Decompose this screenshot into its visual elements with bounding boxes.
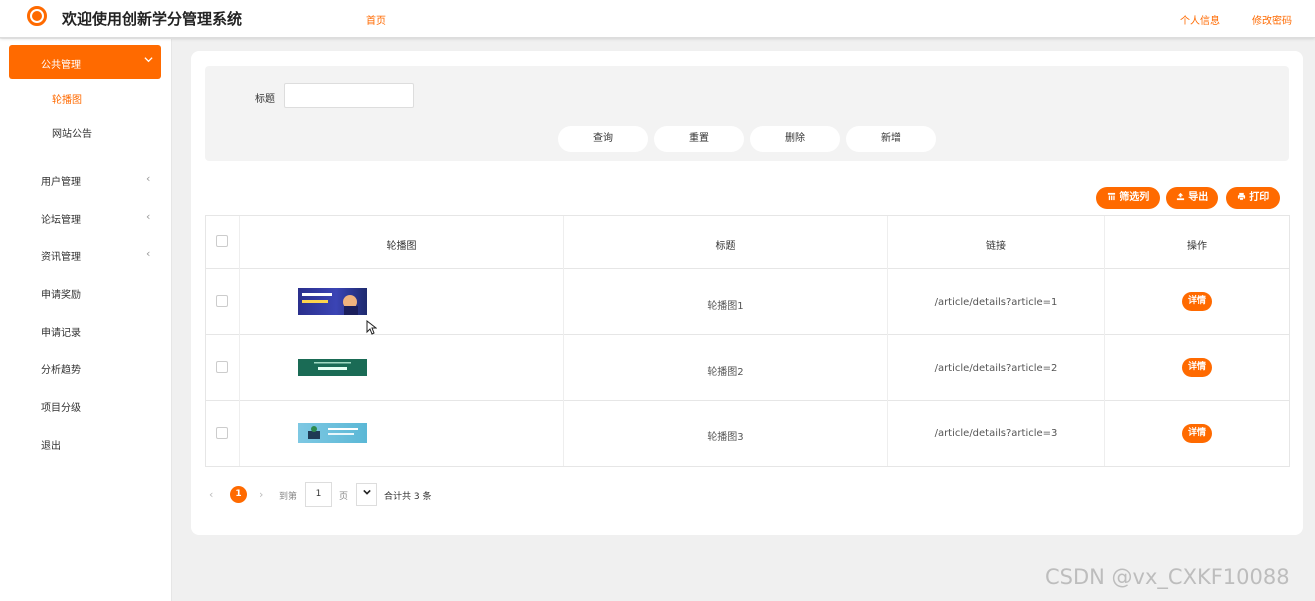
filter-icon — [1107, 192, 1119, 203]
sidebar-item-carousel[interactable]: 轮播图 — [52, 91, 82, 106]
row-checkbox[interactable] — [216, 361, 228, 373]
row-link: /article/details?article=3 — [934, 428, 1058, 439]
sidebar-group-label: 公共管理 — [41, 60, 81, 71]
sidebar-item-label: 退出 — [41, 441, 61, 452]
carousel-thumbnail — [298, 288, 367, 315]
row-title: 轮播图3 — [707, 432, 744, 443]
row-checkbox[interactable] — [216, 295, 228, 307]
app-title: 欢迎使用创新学分管理系统 — [62, 10, 243, 28]
query-button[interactable]: 查询 — [558, 126, 648, 152]
export-icon — [1176, 192, 1188, 203]
table-divider — [206, 400, 1289, 401]
sidebar-group-public[interactable]: 公共管理 — [9, 45, 161, 79]
filter-columns-label: 筛选列 — [1119, 192, 1150, 203]
carousel-thumbnail — [298, 423, 367, 443]
row-link: /article/details?article=2 — [934, 363, 1058, 374]
nav-change-password-link[interactable]: 修改密码 — [1252, 12, 1292, 27]
row-checkbox[interactable] — [216, 427, 228, 439]
chevron-left-icon: ‹ — [146, 210, 151, 223]
row-title: 轮播图2 — [707, 367, 744, 378]
table-divider — [1104, 216, 1105, 466]
sidebar-item-trend[interactable]: 分析趋势 — [0, 357, 171, 377]
print-label: 打印 — [1249, 192, 1270, 203]
sidebar-item-label: 资讯管理 — [41, 252, 81, 263]
delete-button[interactable]: 删除 — [750, 126, 840, 152]
print-icon — [1237, 192, 1249, 203]
sidebar-item-label: 申请记录 — [41, 328, 81, 339]
column-header-action: 操作 — [1187, 241, 1207, 252]
next-page-icon[interactable]: › — [259, 488, 263, 501]
mouse-cursor-icon — [366, 319, 378, 338]
add-button[interactable]: 新增 — [846, 126, 936, 152]
sidebar-item-project-level[interactable]: 项目分级 — [0, 395, 171, 415]
sidebar-item-news[interactable]: 资讯管理 ‹ — [0, 244, 171, 264]
detail-button[interactable]: 详情 — [1182, 424, 1212, 443]
export-button[interactable]: 导出 — [1166, 187, 1218, 209]
goto-label: 到第 — [279, 492, 298, 502]
sidebar-item-label: 申请奖励 — [41, 290, 81, 301]
chevron-down-icon — [144, 54, 153, 67]
export-label: 导出 — [1188, 192, 1209, 203]
row-title: 轮播图1 — [707, 301, 744, 312]
sidebar-item-label: 用户管理 — [41, 177, 81, 188]
current-page-button[interactable]: 1 — [230, 486, 247, 503]
column-header-title: 标题 — [715, 241, 736, 252]
row-link: /article/details?article=1 — [934, 297, 1058, 308]
select-all-checkbox[interactable] — [216, 235, 228, 247]
filter-columns-button[interactable]: 筛选列 — [1096, 187, 1160, 209]
search-panel — [205, 66, 1289, 161]
column-header-carousel: 轮播图 — [386, 241, 417, 252]
data-table: 轮播图 标题 链接 操作 轮播图1 /article/details?artic… — [205, 215, 1290, 467]
sidebar-item-label: 分析趋势 — [41, 365, 81, 376]
sidebar-item-apply-record[interactable]: 申请记录 — [0, 320, 171, 340]
total-count: 合计共 3 条 — [384, 492, 432, 502]
prev-page-icon[interactable]: ‹ — [209, 488, 213, 501]
sidebar-item-forum[interactable]: 论坛管理 ‹ — [0, 207, 171, 227]
search-title-label: 标题 — [255, 94, 275, 105]
logo-icon — [27, 6, 47, 26]
page-unit-label: 页 — [339, 492, 349, 502]
page-size-select[interactable] — [356, 483, 377, 506]
column-header-link: 链接 — [986, 241, 1006, 252]
sidebar-item-logout[interactable]: 退出 — [0, 433, 171, 453]
top-header: 欢迎使用创新学分管理系统 首页 个人信息 修改密码 — [0, 0, 1315, 38]
detail-button[interactable]: 详情 — [1182, 292, 1212, 311]
detail-button[interactable]: 详情 — [1182, 358, 1212, 377]
reset-button[interactable]: 重置 — [654, 126, 744, 152]
sidebar-item-label: 项目分级 — [41, 403, 81, 414]
nav-home-link[interactable]: 首页 — [366, 12, 386, 27]
sidebar-item-users[interactable]: 用户管理 ‹ — [0, 169, 171, 189]
chevron-down-icon — [362, 489, 371, 499]
table-divider — [239, 216, 240, 466]
chevron-left-icon: ‹ — [146, 172, 151, 185]
chevron-left-icon: ‹ — [146, 247, 151, 260]
carousel-thumbnail — [298, 359, 367, 376]
sidebar: 公共管理 轮播图 网站公告 用户管理 ‹ 论坛管理 ‹ 资讯管理 ‹ 申请奖励 … — [0, 39, 172, 601]
nav-profile-link[interactable]: 个人信息 — [1180, 12, 1220, 27]
sidebar-item-apply-reward[interactable]: 申请奖励 — [0, 282, 171, 302]
search-title-input[interactable] — [284, 83, 414, 108]
watermark: CSDN @vx_CXKF10088 — [1045, 565, 1290, 589]
print-button[interactable]: 打印 — [1226, 187, 1280, 209]
sidebar-item-label: 论坛管理 — [41, 215, 81, 226]
sidebar-item-announcement[interactable]: 网站公告 — [52, 125, 92, 140]
page-number-input[interactable]: 1 — [305, 482, 332, 507]
table-divider — [206, 268, 1289, 269]
